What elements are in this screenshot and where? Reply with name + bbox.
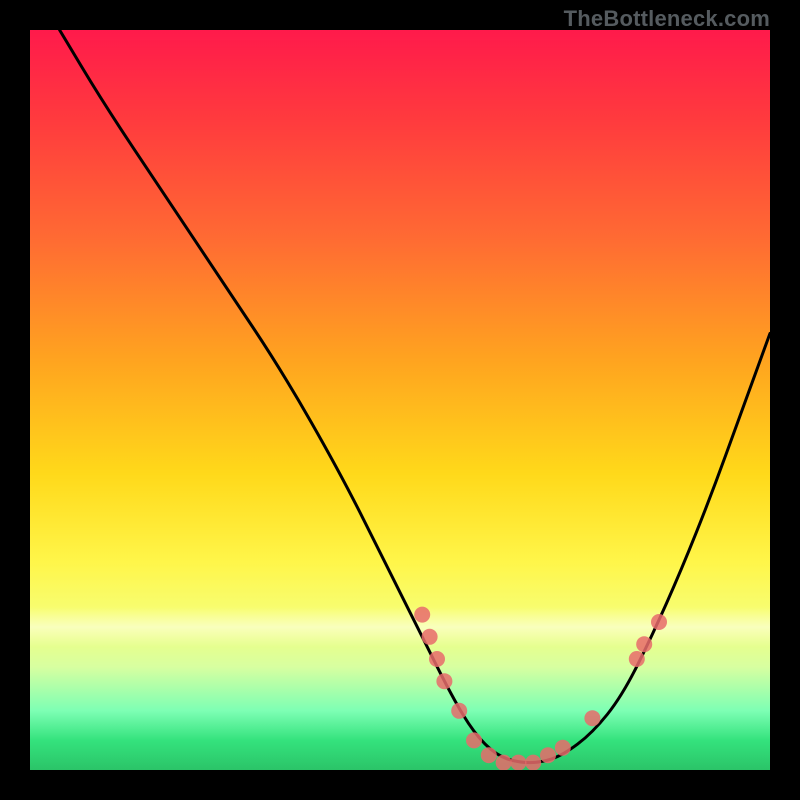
marker-cluster-right-low: [584, 710, 600, 726]
bottleneck-curve: [60, 30, 770, 763]
chart-svg: [30, 30, 770, 770]
marker-cluster-right-mid2: [636, 636, 652, 652]
marker-cluster-left-low: [451, 703, 467, 719]
watermark-text: TheBottleneck.com: [564, 6, 770, 32]
chart-markers: [414, 607, 667, 770]
marker-cluster-right-upper: [651, 614, 667, 630]
marker-valley-1: [466, 732, 482, 748]
marker-valley-5: [525, 755, 541, 770]
chart-frame: [30, 30, 770, 770]
marker-valley-7: [555, 740, 571, 756]
marker-valley-2: [481, 747, 497, 763]
marker-valley-4: [510, 755, 526, 770]
marker-valley-6: [540, 747, 556, 763]
marker-cluster-left-upper: [414, 607, 430, 623]
marker-cluster-right-mid: [629, 651, 645, 667]
marker-cluster-left-upper2: [422, 629, 438, 645]
marker-cluster-left-mid2: [436, 673, 452, 689]
marker-cluster-left-mid: [429, 651, 445, 667]
marker-valley-3: [496, 755, 512, 770]
